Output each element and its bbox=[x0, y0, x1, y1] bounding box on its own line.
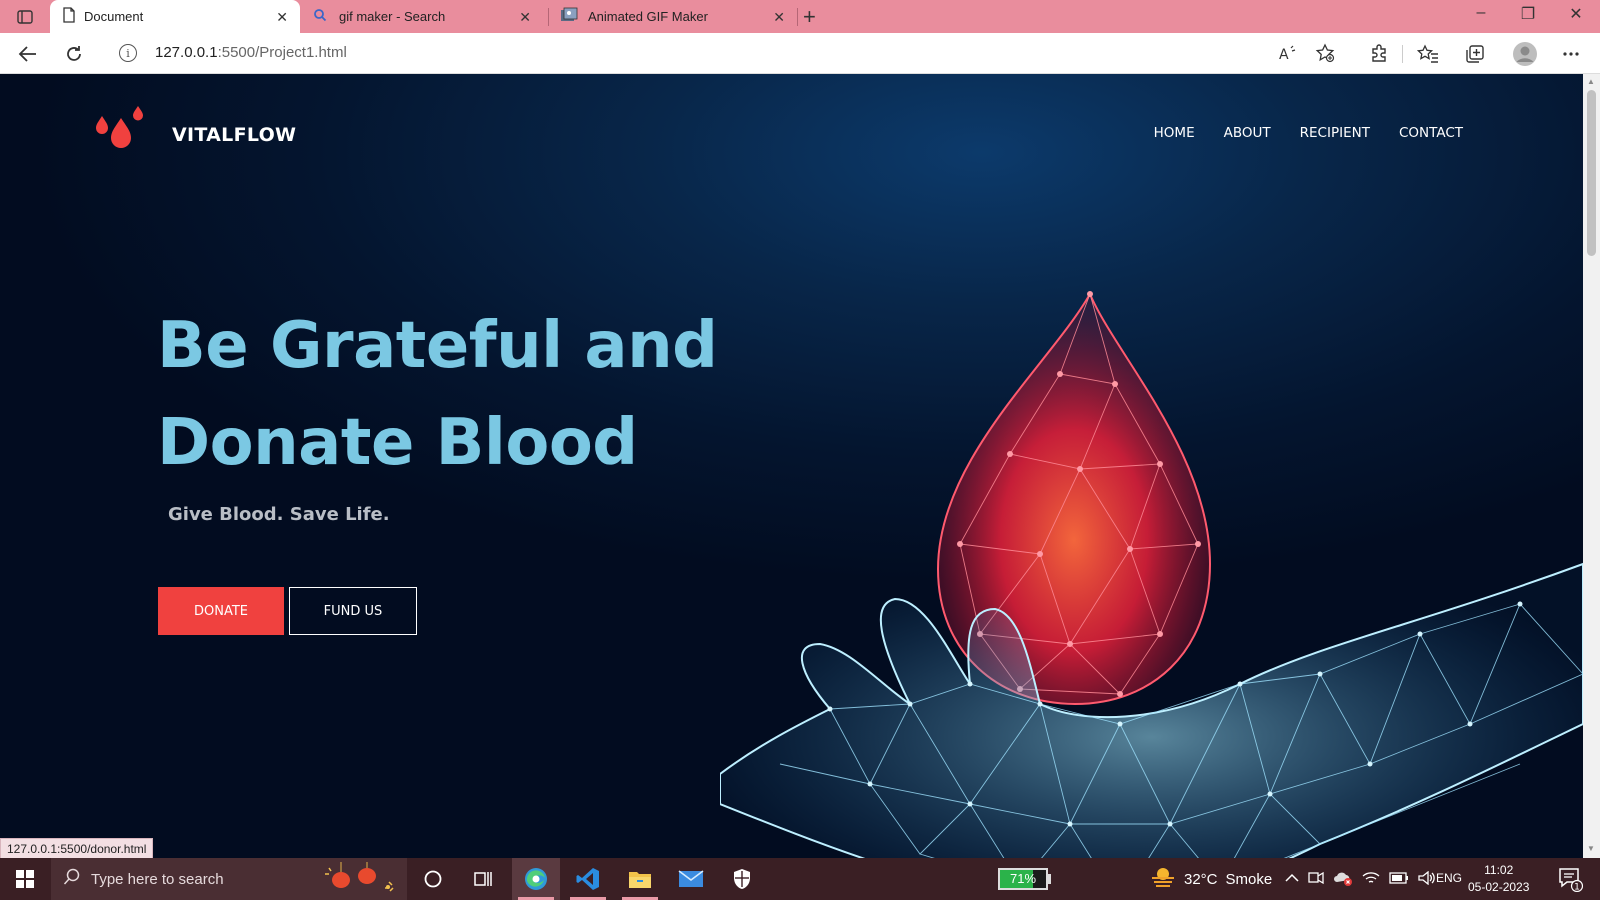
clock-date: 05-02-2023 bbox=[1468, 880, 1530, 894]
notification-count: 1 bbox=[1574, 883, 1580, 893]
search-placeholder: Type here to search bbox=[91, 870, 224, 888]
scroll-thumb[interactable] bbox=[1587, 90, 1596, 256]
taskbar-search[interactable]: Type here to search bbox=[51, 858, 407, 900]
nav-home[interactable]: HOME bbox=[1154, 125, 1195, 141]
url-path: :5500/Project1.html bbox=[217, 44, 347, 61]
status-url: 127.0.0.1:5500/donor.html bbox=[0, 838, 154, 860]
volume-icon[interactable] bbox=[1418, 870, 1436, 888]
weather-condition: Smoke bbox=[1225, 870, 1273, 888]
close-icon[interactable]: ✕ bbox=[773, 9, 785, 26]
battery-indicator[interactable]: 71% bbox=[998, 868, 1048, 890]
battery-tip bbox=[1048, 874, 1051, 884]
weather-haze-icon bbox=[1150, 866, 1176, 892]
svg-text:A: A bbox=[1279, 47, 1289, 61]
collections-icon[interactable] bbox=[1463, 42, 1487, 66]
cortana-icon[interactable] bbox=[409, 858, 457, 900]
url-text[interactable]: 127.0.0.1:5500/Project1.html bbox=[155, 44, 347, 61]
nav-about[interactable]: ABOUT bbox=[1224, 125, 1271, 141]
refresh-icon[interactable] bbox=[62, 42, 86, 66]
tab-gif-maker[interactable]: Animated GIF Maker ✕ bbox=[552, 0, 797, 33]
taskbar-clock[interactable]: 11:02 05-02-2023 bbox=[1468, 862, 1529, 896]
tab-document[interactable]: Document ✕ bbox=[50, 0, 300, 33]
toolbar-divider bbox=[1402, 45, 1403, 63]
scroll-up-icon[interactable]: ▲ bbox=[1587, 77, 1595, 86]
tab-title: Document bbox=[84, 9, 144, 24]
battery-text: 71% bbox=[1009, 871, 1037, 886]
url-host: 127.0.0.1 bbox=[155, 44, 218, 61]
more-icon[interactable] bbox=[1559, 42, 1583, 66]
back-icon[interactable] bbox=[16, 42, 40, 66]
tab-divider bbox=[548, 8, 549, 26]
hero-illustration bbox=[719, 204, 1583, 858]
favorite-add-icon[interactable] bbox=[1313, 41, 1337, 65]
brand-name: VITALFLOW bbox=[172, 123, 297, 146]
tab-title: Animated GIF Maker bbox=[588, 9, 708, 24]
main-nav: HOME ABOUT RECIPIENT CONTACT bbox=[1154, 125, 1463, 141]
tab-gif-search[interactable]: gif maker - Search ✕ bbox=[303, 0, 543, 33]
profile-icon[interactable] bbox=[1511, 40, 1539, 68]
tab-divider bbox=[797, 8, 798, 26]
page-scrollbar[interactable]: ▲ ▼ bbox=[1583, 74, 1600, 858]
meet-now-icon[interactable] bbox=[1308, 871, 1324, 888]
info-icon[interactable]: i bbox=[119, 44, 137, 62]
search-icon bbox=[313, 8, 327, 25]
nav-recipient[interactable]: RECIPIENT bbox=[1300, 125, 1370, 141]
lanterns-icon bbox=[323, 862, 399, 900]
mail-icon[interactable] bbox=[667, 858, 715, 900]
security-icon[interactable] bbox=[718, 858, 766, 900]
tab-actions-icon[interactable] bbox=[12, 6, 38, 28]
weather-widget[interactable]: 32°C Smoke bbox=[1150, 858, 1272, 900]
restore-icon[interactable]: ❐ bbox=[1513, 4, 1543, 24]
battery-icon[interactable] bbox=[1389, 871, 1409, 887]
scroll-down-icon[interactable]: ▼ bbox=[1587, 844, 1595, 853]
fund-us-button[interactable]: FUND US bbox=[289, 587, 417, 635]
close-icon[interactable]: ✕ bbox=[276, 9, 288, 26]
search-icon bbox=[63, 868, 81, 891]
address-bar[interactable]: i 127.0.0.1:5500/Project1.html A bbox=[105, 37, 1345, 69]
task-view-icon[interactable] bbox=[459, 858, 507, 900]
extensions-icon[interactable] bbox=[1367, 42, 1391, 66]
wifi-icon[interactable] bbox=[1362, 871, 1380, 888]
tab-title: gif maker - Search bbox=[339, 9, 446, 24]
site-logo[interactable]: VITALFLOW bbox=[94, 104, 296, 165]
document-icon bbox=[62, 7, 76, 26]
favorites-icon[interactable] bbox=[1416, 42, 1440, 66]
chevron-up-icon[interactable] bbox=[1285, 872, 1299, 886]
clock-time: 11:02 bbox=[1484, 863, 1514, 877]
close-icon[interactable]: ✕ bbox=[519, 9, 531, 26]
close-window-icon[interactable]: ✕ bbox=[1561, 4, 1591, 24]
hero-title-line1: Be Grateful and bbox=[157, 309, 718, 383]
browser-toolbar: i 127.0.0.1:5500/Project1.html A bbox=[0, 33, 1600, 74]
hero-subtitle: Give Blood. Save Life. bbox=[168, 504, 390, 525]
file-explorer-icon[interactable] bbox=[616, 858, 664, 900]
language-indicator[interactable]: ENG bbox=[1436, 871, 1462, 885]
windows-start-icon[interactable] bbox=[0, 858, 50, 900]
hero-title-line2: Donate Blood bbox=[157, 406, 638, 480]
page-viewport: VITALFLOW HOME ABOUT RECIPIENT CONTACT B… bbox=[0, 74, 1583, 858]
tab-strip: Document ✕ gif maker - Search ✕ Animated… bbox=[0, 0, 1600, 33]
minimize-icon[interactable]: – bbox=[1466, 4, 1496, 22]
gif-maker-icon bbox=[560, 7, 578, 26]
nav-contact[interactable]: CONTACT bbox=[1399, 125, 1463, 141]
plus-icon[interactable]: + bbox=[803, 4, 816, 30]
blood-drops-icon bbox=[94, 104, 150, 165]
hero-title: Be Grateful and Donate Blood bbox=[157, 298, 718, 492]
vscode-icon[interactable] bbox=[564, 858, 612, 900]
onedrive-error-icon[interactable] bbox=[1333, 870, 1353, 889]
weather-temp: 32°C bbox=[1184, 870, 1218, 888]
windows-taskbar: Type here to search 71% 32°C Smoke ENG 1… bbox=[0, 858, 1600, 900]
donate-button[interactable]: DONATE bbox=[158, 587, 284, 635]
edge-icon[interactable] bbox=[512, 858, 560, 900]
system-tray bbox=[1285, 858, 1436, 900]
read-aloud-icon[interactable]: A bbox=[1275, 41, 1299, 65]
notification-icon[interactable]: 1 bbox=[1557, 866, 1584, 897]
